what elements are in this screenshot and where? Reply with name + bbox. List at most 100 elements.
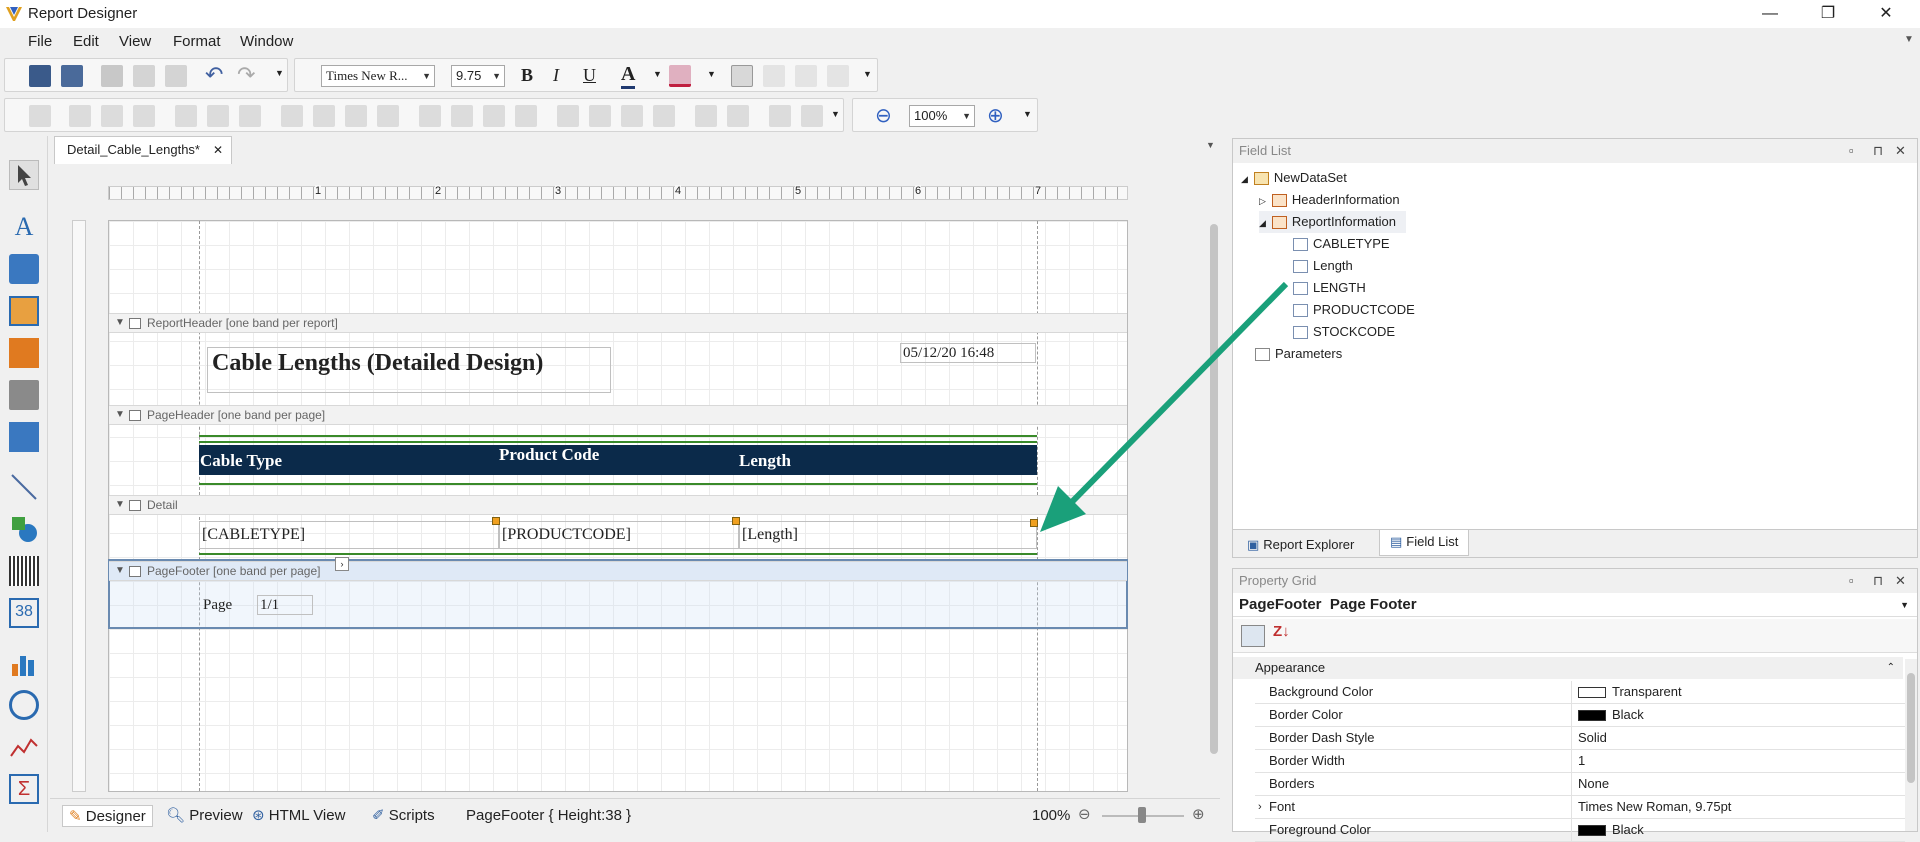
align-lefts-icon[interactable]	[69, 105, 91, 127]
hspacing-remove-icon[interactable]	[515, 105, 537, 127]
foreground-color-icon[interactable]: A	[621, 63, 636, 89]
tab-list-icon[interactable]: ▼	[1206, 140, 1215, 150]
underline-button[interactable]: U	[583, 65, 596, 86]
font-name-select[interactable]: Times New R... ▼	[321, 65, 435, 87]
zoom-slider-thumb[interactable]	[1138, 807, 1146, 823]
paste-icon[interactable]	[165, 65, 187, 87]
footer-page-label[interactable]: Page	[203, 597, 232, 614]
center-horizontally-icon[interactable]	[695, 105, 717, 127]
zipcode-tool-icon[interactable]: 38	[9, 598, 39, 628]
property-row[interactable]: Foreground Color Black	[1255, 819, 1905, 842]
center-vertically-icon[interactable]	[727, 105, 749, 127]
band-smart-tag-icon[interactable]: ›	[335, 557, 349, 571]
collapse-icon[interactable]: ▼	[115, 562, 125, 580]
scripts-tab[interactable]: ✐ Scripts	[372, 805, 435, 827]
menu-view[interactable]: View	[119, 33, 151, 50]
line-tool-icon[interactable]	[9, 472, 39, 502]
bring-to-front-icon[interactable]	[769, 105, 791, 127]
property-row[interactable]: Border Width 1	[1255, 750, 1905, 773]
zoom-in-icon[interactable]: ⊕	[987, 103, 1004, 128]
close-window-button[interactable]: ✕	[1862, 0, 1910, 28]
alphabetical-icon[interactable]: Z↓	[1273, 623, 1290, 640]
panel-dock-icon[interactable]: ▫	[1849, 569, 1854, 593]
designer-tab[interactable]: ✎ Designer	[62, 805, 153, 827]
tree-field-productcode[interactable]: PRODUCTCODE	[1293, 299, 1415, 321]
zoom-in-icon[interactable]: ⊕	[1192, 805, 1205, 823]
bold-button[interactable]: B	[521, 65, 533, 86]
sparkline-tool-icon[interactable]	[9, 732, 39, 762]
save-all-icon[interactable]	[61, 65, 83, 87]
vspacing-increase-icon[interactable]	[589, 105, 611, 127]
tree-node-reportinformation[interactable]: ◢ ReportInformation	[1259, 211, 1406, 233]
property-row[interactable]: Border Color Black	[1255, 704, 1905, 727]
collapse-icon[interactable]: ◢	[1259, 218, 1266, 228]
property-value[interactable]: Transparent	[1571, 681, 1905, 703]
panel-close-icon[interactable]: ✕	[1895, 569, 1906, 593]
toolbar-overflow-icon[interactable]: ▼	[1023, 109, 1032, 119]
property-row[interactable]: Font Times New Roman, 9.75pt ›	[1255, 796, 1905, 819]
report-date[interactable]: 05/12/20 16:48	[900, 343, 1036, 363]
category-appearance[interactable]: Appearance ⌃	[1233, 657, 1903, 679]
property-row[interactable]: Borders None	[1255, 773, 1905, 796]
report-title[interactable]: Cable Lengths (Detailed Design)	[207, 347, 611, 393]
band-detail[interactable]: ▼ Detail	[109, 495, 1127, 515]
panel-pin-icon[interactable]: ⊓	[1873, 139, 1883, 163]
hspacing-decrease-icon[interactable]	[483, 105, 505, 127]
toolbar-overflow-icon[interactable]: ▼	[831, 109, 840, 119]
band-page-header[interactable]: ▼ PageHeader [one band per page]	[109, 405, 1127, 425]
tab-field-list[interactable]: ▤ Field List	[1379, 530, 1470, 556]
preview-tab[interactable]: 🔍︎ Preview	[166, 805, 243, 827]
picture-tool-icon[interactable]	[9, 338, 39, 368]
property-value[interactable]: Times New Roman, 9.75pt ›	[1258, 796, 1905, 818]
align-center-icon[interactable]	[763, 65, 785, 87]
align-bottoms-icon[interactable]	[239, 105, 261, 127]
property-value[interactable]: 1	[1571, 750, 1905, 772]
hspacing-increase-icon[interactable]	[451, 105, 473, 127]
menu-window[interactable]: Window	[240, 33, 293, 50]
barcode-tool-icon[interactable]	[9, 556, 39, 586]
align-right-icon[interactable]	[795, 65, 817, 87]
align-left-icon[interactable]	[731, 65, 753, 87]
redo-icon[interactable]: ↷	[237, 62, 255, 88]
align-middles-icon[interactable]	[207, 105, 229, 127]
expand-icon[interactable]: ›	[1258, 796, 1262, 818]
detail-field-cabletype[interactable]: [CABLETYPE]	[199, 521, 499, 549]
collapse-icon[interactable]: ⌃	[1887, 657, 1895, 679]
tree-field-length[interactable]: LENGTH	[1293, 277, 1366, 299]
align-centers-icon[interactable]	[101, 105, 123, 127]
collapse-icon[interactable]: ◢	[1241, 174, 1248, 184]
property-value[interactable]: Black	[1571, 704, 1905, 726]
collapse-icon[interactable]: ▼	[115, 496, 125, 514]
property-row[interactable]: Background Color Transparent	[1255, 681, 1905, 704]
justify-icon[interactable]	[827, 65, 849, 87]
copy-icon[interactable]	[133, 65, 155, 87]
table-tool-icon[interactable]	[9, 422, 39, 452]
align-tops-icon[interactable]	[175, 105, 197, 127]
cut-icon[interactable]	[101, 65, 123, 87]
background-color-icon[interactable]	[669, 65, 691, 87]
property-value[interactable]: Solid	[1571, 727, 1905, 749]
property-row[interactable]: Border Dash Style Solid	[1255, 727, 1905, 750]
gauge-tool-icon[interactable]	[9, 690, 39, 720]
band-page-footer[interactable]: ▼ PageFooter [one band per page]	[109, 561, 1127, 581]
menu-edit[interactable]: Edit	[73, 33, 99, 50]
zoom-out-icon[interactable]: ⊖	[875, 103, 892, 128]
close-tab-icon[interactable]: ✕	[213, 137, 223, 163]
vspacing-equal-icon[interactable]	[557, 105, 579, 127]
font-size-select[interactable]: 9.75 ▼	[451, 65, 505, 87]
pointer-tool-icon[interactable]	[9, 160, 39, 190]
tree-node-headerinformation[interactable]: ▷ HeaderInformation	[1259, 189, 1400, 211]
same-width-icon[interactable]	[281, 105, 303, 127]
detail-field-length[interactable]: [Length]	[739, 521, 1037, 549]
align-grid-icon[interactable]	[29, 105, 51, 127]
tree-field-stockcode[interactable]: STOCKCODE	[1293, 321, 1395, 343]
panel-dock-icon[interactable]: ▫	[1849, 139, 1854, 163]
collapse-icon[interactable]: ▼	[115, 406, 125, 424]
zoom-select[interactable]: 100% ▼	[909, 105, 975, 127]
panel-pin-icon[interactable]: ⊓	[1873, 569, 1883, 593]
italic-button[interactable]: I	[553, 65, 559, 86]
footer-page-number[interactable]: 1/1	[257, 595, 313, 615]
richtext-tool-icon[interactable]	[9, 296, 39, 326]
toolbar-overflow-icon[interactable]: ▼	[863, 69, 872, 79]
smart-tag-icon[interactable]	[732, 517, 740, 525]
